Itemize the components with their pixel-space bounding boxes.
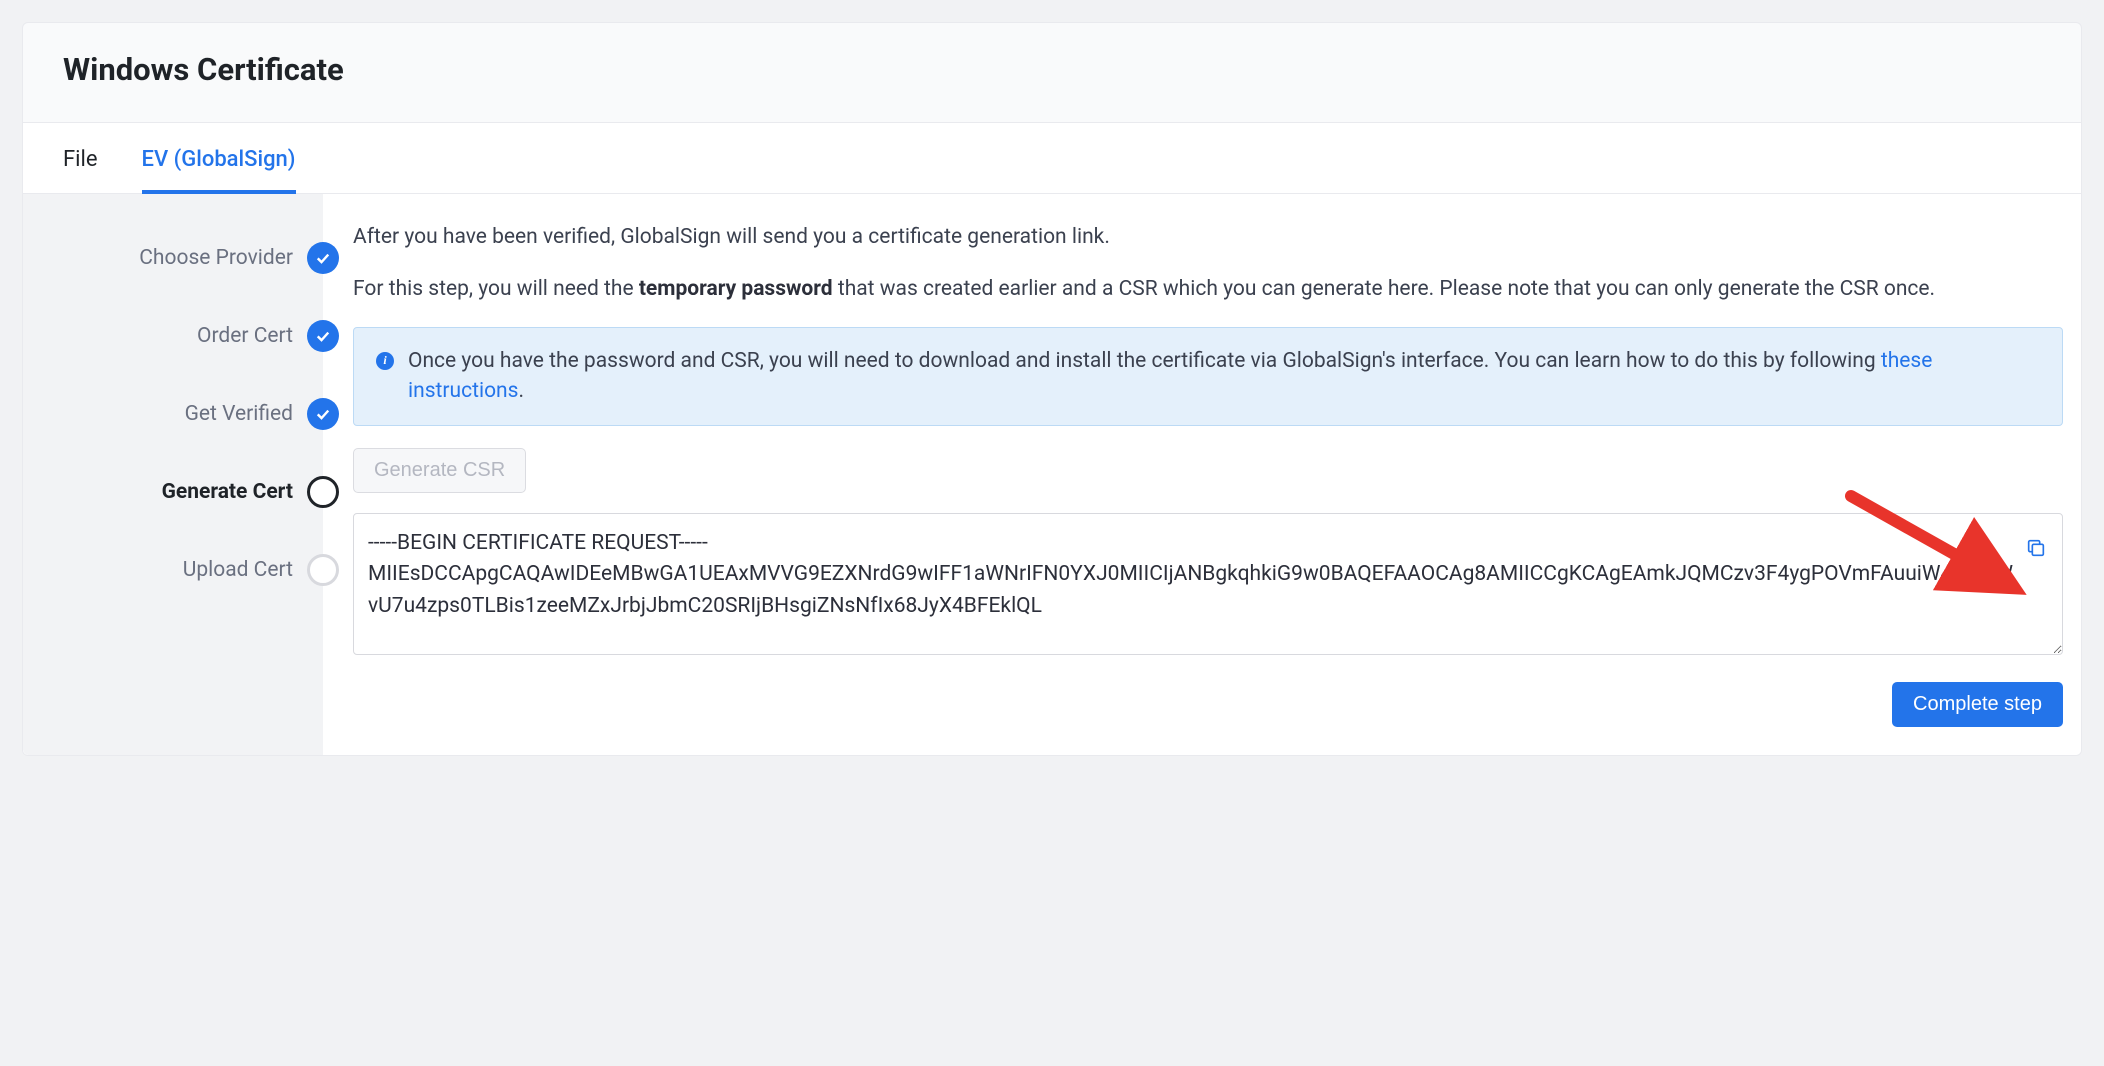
step-generate-cert[interactable]: Generate Cert [23,476,323,508]
step-label: Upload Cert [183,558,293,582]
step-order-cert[interactable]: Order Cert [23,320,323,352]
tabs: File EV (GlobalSign) [23,123,2081,194]
step-label: Choose Provider [139,246,293,270]
step-choose-provider[interactable]: Choose Provider [23,242,323,274]
step-upload-cert[interactable]: Upload Cert [23,554,323,586]
complete-step-button[interactable]: Complete step [1892,682,2063,727]
info-icon: i [376,352,394,370]
tab-file[interactable]: File [63,123,98,194]
step-get-verified[interactable]: Get Verified [23,398,323,430]
csr-output [353,513,2063,660]
main-content: After you have been verified, GlobalSign… [323,194,2081,755]
info-callout: i Once you have the password and CSR, yo… [353,327,2063,426]
tab-ev-globalsign[interactable]: EV (GlobalSign) [142,123,296,194]
copy-icon[interactable] [2025,537,2047,559]
csr-textarea[interactable] [353,513,2063,655]
info-text: Once you have the password and CSR, you … [408,346,2040,407]
intro-line-1: After you have been verified, GlobalSign… [353,222,2063,252]
page-title: Windows Certificate [63,51,2041,88]
step-label: Order Cert [197,324,293,348]
step-label: Generate Cert [162,480,293,504]
step-label: Get Verified [185,402,293,426]
intro-line-2: For this step, you will need the tempora… [353,274,2063,304]
windows-certificate-card: Windows Certificate File EV (GlobalSign)… [22,22,2082,756]
generate-csr-button[interactable]: Generate CSR [353,448,526,493]
stepper: Choose Provider Order Cert Get Verified [23,194,323,755]
card-header: Windows Certificate [23,23,2081,123]
